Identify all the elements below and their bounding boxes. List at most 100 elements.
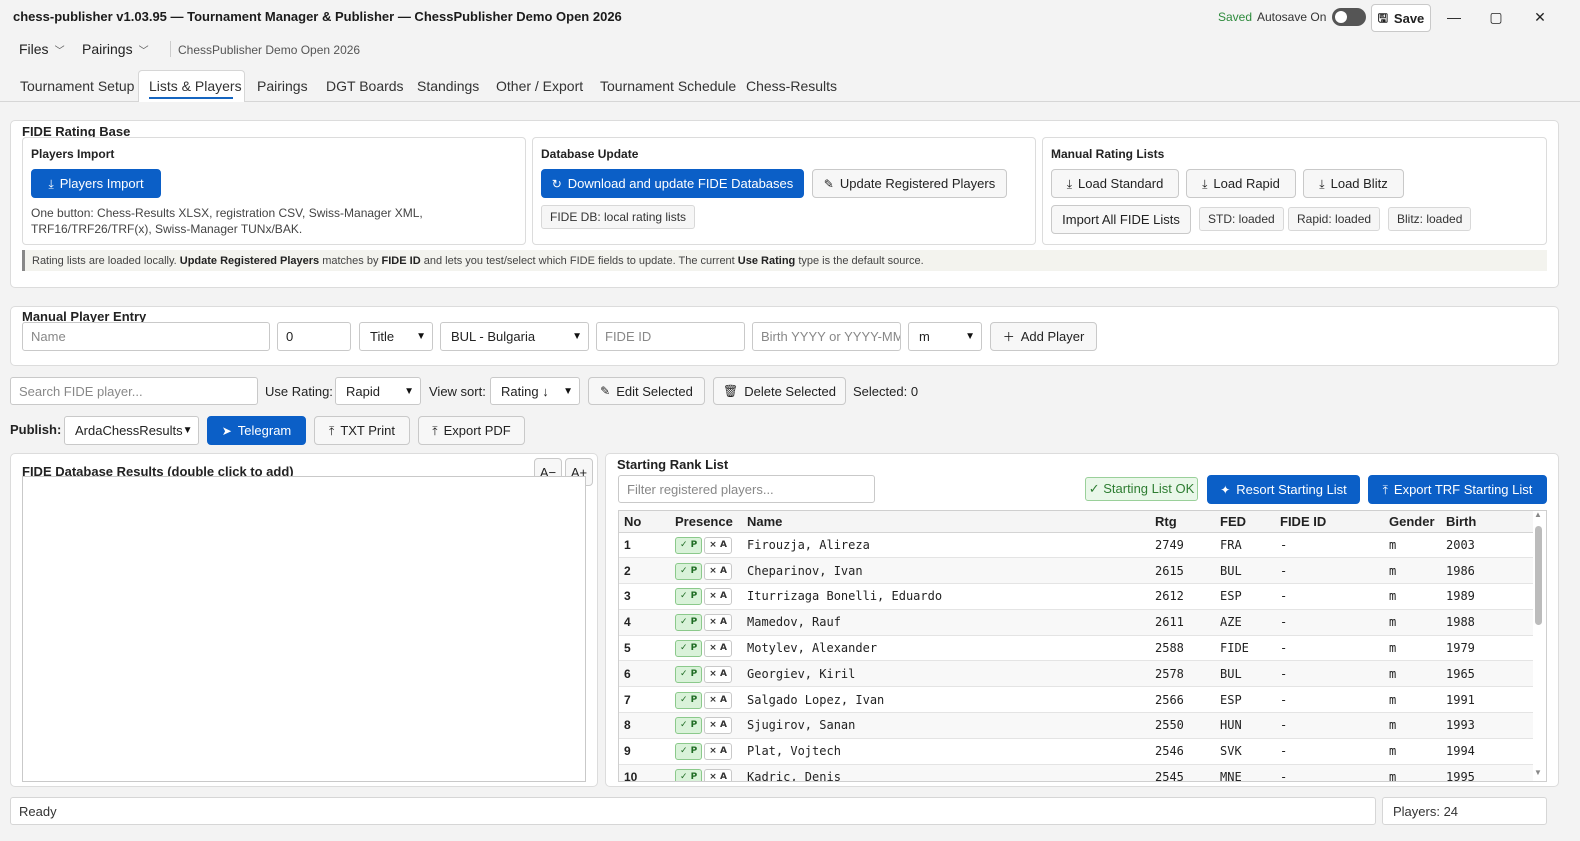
column-header-fed[interactable]: FED (1215, 511, 1275, 533)
table-row[interactable]: 2 ✓ P × A Cheparinov, Ivan 2615 BUL - m 1986 (619, 557, 1533, 585)
import-all-fide-lists-button[interactable]: Import All FIDE Lists (1051, 205, 1191, 234)
row-fide-id: - (1275, 712, 1384, 739)
federation-select[interactable]: BUL - Bulgaria ▼ (440, 322, 589, 351)
table-row[interactable]: 5 ✓ P × A Motylev, Alexander 2588 FIDE - m 1979 (619, 635, 1533, 662)
row-presence: ✓ P × A (670, 738, 742, 765)
table-row[interactable]: 4 ✓ P × A Mamedov, Rauf 2611 AZE - m 1988 (619, 609, 1533, 636)
tab-tournament-schedule[interactable]: Tournament Schedule (600, 78, 736, 94)
save-button[interactable]: 🖫 Save (1371, 4, 1431, 32)
table-row[interactable]: 8 ✓ P × A Sjugirov, Sanan 2550 HUN - m 1993 (619, 712, 1533, 739)
tab-dgt-boards[interactable]: DGT Boards (326, 78, 404, 94)
row-birth: 1986 (1441, 557, 1533, 585)
column-header-presence[interactable]: Presence (670, 511, 742, 533)
present-toggle[interactable]: ✓ P (675, 588, 703, 606)
row-fide-id: - (1275, 609, 1384, 636)
present-toggle[interactable]: ✓ P (675, 562, 703, 580)
tab-chess-results[interactable]: Chess-Results (746, 78, 837, 94)
scroll-up-icon[interactable]: ▲ (1534, 510, 1542, 519)
title-select[interactable]: Title ▼ (359, 322, 433, 351)
absent-toggle[interactable]: × A (704, 536, 732, 554)
row-rtg: 2546 (1150, 738, 1215, 765)
edit-selected-label: Edit Selected (616, 383, 693, 399)
absent-toggle[interactable]: × A (704, 588, 732, 606)
scrollbar-thumb[interactable] (1535, 526, 1542, 625)
players-import-button[interactable]: ⤓ Players Import (31, 169, 161, 198)
fide-id-input[interactable]: FIDE ID (596, 322, 745, 351)
export-trf-label: Export TRF Starting List (1393, 482, 1533, 497)
use-rating-select[interactable]: Rapid ▼ (335, 377, 421, 405)
txt-print-button[interactable]: ⤒ TXT Print (314, 416, 410, 445)
table-row[interactable]: 10 ✓ P × A Kadric, Denis 2545 MNE - m 1995 (619, 764, 1533, 781)
view-sort-select[interactable]: Rating ↓ ▼ (490, 377, 580, 405)
update-registered-players-button[interactable]: ✎ Update Registered Players (812, 169, 1007, 198)
absent-toggle[interactable]: × A (704, 691, 732, 709)
tab-pairings[interactable]: Pairings (257, 78, 308, 94)
add-player-button[interactable]: ＋ Add Player (990, 322, 1097, 351)
minimize-button[interactable]: — (1436, 5, 1472, 29)
download-fide-databases-button[interactable]: ↻ Download and update FIDE Databases (541, 169, 804, 198)
publish-target-select[interactable]: ArdaChessResults ▼ (64, 416, 199, 445)
table-row[interactable]: 3 ✓ P × A Iturrizaga Bonelli, Eduardo 2612 ES… (619, 583, 1533, 610)
autosave-toggle[interactable] (1332, 8, 1366, 26)
absent-toggle[interactable]: × A (704, 614, 732, 632)
edit-selected-button[interactable]: ✎ Edit Selected (588, 377, 705, 405)
table-row[interactable]: 9 ✓ P × A Plat, Vojtech 2546 SVK - m 1994 (619, 738, 1533, 765)
tab-other-export[interactable]: Other / Export (496, 78, 583, 94)
tab-tournament-setup[interactable]: Tournament Setup (20, 78, 134, 94)
column-header-fide-id[interactable]: FIDE ID (1275, 511, 1384, 533)
present-toggle[interactable]: ✓ P (675, 614, 703, 632)
gender-select[interactable]: m ▼ (908, 322, 982, 351)
present-toggle[interactable]: ✓ P (675, 665, 703, 683)
table-header-row: No Presence Name Rtg FED FIDE ID Gender … (619, 511, 1533, 533)
row-birth: 1993 (1441, 712, 1533, 739)
name-input[interactable]: Name (22, 322, 270, 351)
table-row[interactable]: 1 ✓ P × A Firouzja, Alireza 2749 FRA - m 2003 (619, 532, 1533, 559)
rating-input[interactable]: 0 (277, 322, 351, 351)
present-toggle[interactable]: ✓ P (675, 536, 703, 554)
tab-standings[interactable]: Standings (417, 78, 479, 94)
delete-selected-button[interactable]: 🗑 Delete Selected (713, 377, 846, 405)
table-row[interactable]: 7 ✓ P × A Salgado Lopez, Ivan 2566 ESP - m 1991 (619, 686, 1533, 714)
absent-toggle[interactable]: × A (704, 769, 732, 781)
present-toggle[interactable]: ✓ P (675, 717, 703, 735)
export-trf-button[interactable]: ⤒ Export TRF Starting List (1368, 475, 1547, 504)
present-toggle[interactable]: ✓ P (675, 769, 703, 781)
blitz-status-chip: Blitz: loaded (1388, 207, 1472, 231)
absent-toggle[interactable]: × A (704, 717, 732, 735)
column-header-name[interactable]: Name (742, 511, 1150, 533)
table-row[interactable]: 6 ✓ P × A Georgiev, Kiril 2578 BUL - m 1965 (619, 660, 1533, 688)
fide-results-list[interactable] (22, 476, 586, 782)
telegram-button[interactable]: ➤ Telegram (207, 416, 306, 445)
row-fed: ESP (1215, 583, 1275, 610)
column-header-birth[interactable]: Birth (1441, 511, 1533, 533)
load-rapid-button[interactable]: ⤓ Load Rapid (1186, 169, 1296, 198)
close-button[interactable]: ✕ (1522, 5, 1558, 29)
export-pdf-button[interactable]: ⤒ Export PDF (418, 416, 525, 445)
column-header-no[interactable]: No (619, 511, 670, 533)
row-fide-id: - (1275, 660, 1384, 688)
absent-toggle[interactable]: × A (704, 743, 732, 761)
tab-lists-players[interactable]: Lists & Players (149, 78, 242, 94)
maximize-button[interactable]: ▢ (1478, 5, 1514, 29)
menu-files[interactable]: Files ﹀ (19, 41, 65, 57)
load-blitz-button[interactable]: ⤓ Load Blitz (1303, 169, 1404, 198)
menu-pairings[interactable]: Pairings ﹀ (82, 41, 149, 57)
load-standard-button[interactable]: ⤓ Load Standard (1051, 169, 1179, 198)
download-icon: ⤓ (1066, 176, 1072, 191)
filter-players-input[interactable]: Filter registered players... (618, 475, 875, 503)
absent-toggle[interactable]: × A (704, 665, 732, 683)
player-count: Players: 24 (1382, 797, 1547, 825)
present-toggle[interactable]: ✓ P (675, 743, 703, 761)
absent-toggle[interactable]: × A (704, 640, 732, 658)
column-header-gender[interactable]: Gender (1384, 511, 1441, 533)
present-toggle[interactable]: ✓ P (675, 640, 703, 658)
present-toggle[interactable]: ✓ P (675, 691, 703, 709)
absent-toggle[interactable]: × A (704, 562, 732, 580)
fide-db-status: FIDE DB: local rating lists (541, 205, 696, 229)
column-header-rtg[interactable]: Rtg (1150, 511, 1215, 533)
resort-starting-list-button[interactable]: ✦ Resort Starting List (1207, 475, 1360, 504)
scroll-down-icon[interactable]: ▼ (1534, 768, 1542, 777)
search-fide-input[interactable]: Search FIDE player... (10, 377, 258, 405)
row-gender: m (1384, 660, 1441, 688)
birth-input[interactable]: Birth YYYY or YYYY-MM- (752, 322, 901, 351)
